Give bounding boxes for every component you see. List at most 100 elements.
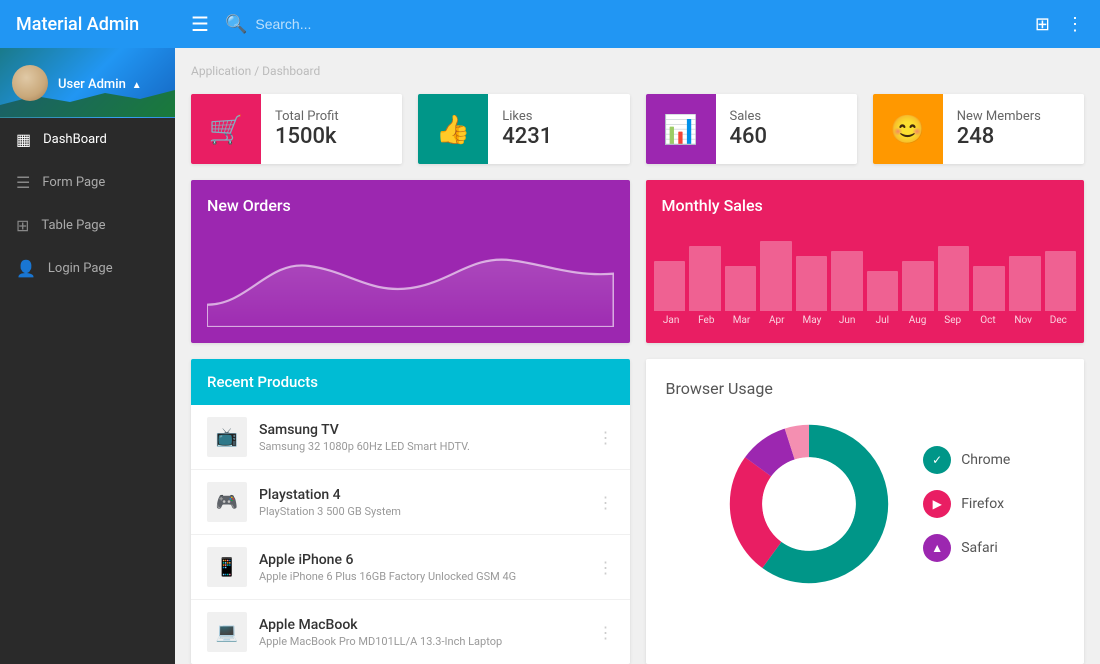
product-more-icon[interactable]: ⋮ [598, 428, 614, 447]
sidebar-item-login-label: Login Page [48, 261, 113, 276]
user-name: User Admin [58, 77, 126, 92]
legend-chrome: ✓ Chrome [923, 446, 1010, 474]
bar-jun [831, 251, 863, 311]
product-name: Apple MacBook [259, 617, 598, 633]
product-name: Samsung TV [259, 422, 598, 438]
cart-icon: 🛒 [209, 113, 244, 146]
main-content: Application / Dashboard 🛒 Total Profit 1… [175, 48, 1100, 664]
monthly-label-nov: Nov [1006, 315, 1041, 326]
new-orders-title: New Orders [207, 196, 614, 215]
menu-icon[interactable]: ☰ [191, 12, 209, 36]
likes-value: 4231 [502, 124, 552, 149]
profit-info: Total Profit 1500k [261, 109, 353, 149]
bar-mar [725, 266, 757, 311]
safari-label: Safari [961, 540, 998, 556]
monthly-label-sep: Sep [935, 315, 970, 326]
sidebar: User Admin ▲ ▦ DashBoard ☰ Form Page ⊞ T… [0, 48, 175, 664]
browser-legend: ✓ Chrome ▶ Firefox ▲ Safari [923, 446, 1010, 562]
new-orders-card: New Orders [191, 180, 630, 343]
monthly-bar-jul [867, 271, 899, 311]
user-dropdown-arrow[interactable]: ▲ [132, 80, 142, 91]
profit-value: 1500k [275, 124, 339, 149]
members-value: 248 [957, 124, 1041, 149]
stat-card-sales: 📊 Sales 460 [646, 94, 857, 164]
recent-products-card: Recent Products 📺 Samsung TV Samsung 32 … [191, 359, 630, 664]
bottom-row: Recent Products 📺 Samsung TV Samsung 32 … [191, 343, 1084, 664]
sales-label: Sales [730, 109, 768, 124]
monthly-title: Monthly Sales [662, 196, 1069, 215]
monthly-bar-aug [902, 261, 934, 311]
monthly-header: Monthly Sales [646, 180, 1085, 231]
product-item[interactable]: 📱 Apple iPhone 6 Apple iPhone 6 Plus 16G… [191, 535, 630, 600]
monthly-label-mar: Mar [724, 315, 759, 326]
grid-icon[interactable]: ⊞ [1035, 14, 1050, 35]
product-thumb: 📱 [207, 547, 247, 587]
monthly-label-jan: Jan [654, 315, 689, 326]
product-more-icon[interactable]: ⋮ [598, 493, 614, 512]
members-icon-box: 😊 [873, 94, 943, 164]
product-desc: Apple MacBook Pro MD101LL/A 13.3-Inch La… [259, 635, 598, 648]
sales-icon-box: 📊 [646, 94, 716, 164]
monthly-bar-jun [831, 251, 863, 311]
sidebar-item-dashboard[interactable]: ▦ DashBoard [0, 118, 175, 161]
stat-card-members: 😊 New Members 248 [873, 94, 1084, 164]
stat-cards: 🛒 Total Profit 1500k 👍 Likes 4231 📊 [191, 94, 1084, 164]
dashboard-icon: ▦ [16, 130, 31, 149]
search-box[interactable] [255, 16, 1035, 32]
stat-card-profit: 🛒 Total Profit 1500k [191, 94, 402, 164]
search-input[interactable] [255, 16, 1035, 32]
product-item[interactable]: 🎮 Playstation 4 PlayStation 3 500 GB Sys… [191, 470, 630, 535]
chrome-label: Chrome [961, 452, 1010, 468]
product-more-icon[interactable]: ⋮ [598, 623, 614, 642]
sidebar-item-form-label: Form Page [42, 175, 105, 190]
monthly-label-jul: Jul [865, 315, 900, 326]
chart-icon: 📊 [663, 113, 698, 146]
more-icon[interactable]: ⋮ [1066, 14, 1084, 35]
donut-svg [719, 414, 899, 594]
product-item[interactable]: 📺 Samsung TV Samsung 32 1080p 60Hz LED S… [191, 405, 630, 470]
bar-apr [760, 241, 792, 311]
products-header: Recent Products [191, 359, 630, 405]
app-title: Material Admin [16, 14, 191, 35]
monthly-bar-jan [654, 261, 686, 311]
product-item[interactable]: 💻 Apple MacBook Apple MacBook Pro MD101L… [191, 600, 630, 664]
monthly-bar-may [796, 256, 828, 311]
product-desc: PlayStation 3 500 GB System [259, 505, 598, 518]
chrome-dot: ✓ [923, 446, 951, 474]
bar-oct [973, 266, 1005, 311]
profit-label: Total Profit [275, 109, 339, 124]
monthly-bar-feb [689, 246, 721, 311]
sidebar-user: User Admin ▲ [0, 48, 175, 118]
product-info: Samsung TV Samsung 32 1080p 60Hz LED Sma… [259, 422, 598, 453]
product-info: Apple iPhone 6 Apple iPhone 6 Plus 16GB … [259, 552, 598, 583]
sidebar-item-table-label: Table Page [41, 218, 105, 233]
form-icon: ☰ [16, 173, 30, 192]
table-icon: ⊞ [16, 216, 29, 235]
monthly-label-dec: Dec [1041, 315, 1076, 326]
bar-feb [689, 246, 721, 311]
bar-nov [1009, 256, 1041, 311]
monthly-label-aug: Aug [900, 315, 935, 326]
product-desc: Samsung 32 1080p 60Hz LED Smart HDTV. [259, 440, 598, 453]
members-label: New Members [957, 109, 1041, 124]
monthly-label-jun: Jun [830, 315, 865, 326]
profit-icon-box: 🛒 [191, 94, 261, 164]
likes-label: Likes [502, 109, 552, 124]
legend-safari: ▲ Safari [923, 534, 1010, 562]
header-actions: ⊞ ⋮ [1035, 14, 1084, 35]
product-thumb: 🎮 [207, 482, 247, 522]
bar-may [796, 256, 828, 311]
bar-jul [867, 271, 899, 311]
browser-usage-card: Browser Usage [646, 359, 1085, 664]
search-icon: 🔍 [225, 14, 247, 35]
sidebar-item-table[interactable]: ⊞ Table Page [0, 204, 175, 247]
monthly-label-oct: Oct [970, 315, 1005, 326]
sidebar-item-form[interactable]: ☰ Form Page [0, 161, 175, 204]
breadcrumb-text: Application / Dashboard [191, 64, 320, 78]
sidebar-item-login[interactable]: 👤 Login Page [0, 247, 175, 290]
product-more-icon[interactable]: ⋮ [598, 558, 614, 577]
monthly-bar-nov [1009, 256, 1041, 311]
monthly-label-apr: Apr [759, 315, 794, 326]
firefox-label: Firefox [961, 496, 1004, 512]
likes-icon-box: 👍 [418, 94, 488, 164]
